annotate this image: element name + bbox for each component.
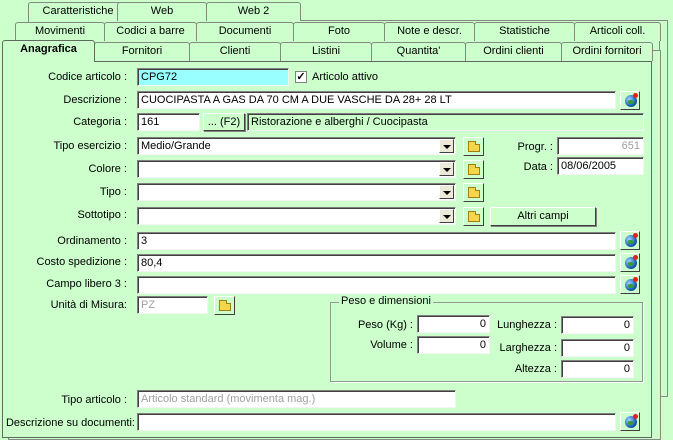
tipo-esercizio-folder-icon[interactable]	[463, 137, 484, 156]
categoria-lookup-button[interactable]: ... (F2)	[203, 113, 245, 131]
colore-folder-icon[interactable]	[463, 160, 484, 179]
tab-quantita[interactable]: Quantita'	[371, 42, 466, 61]
tab-ordini-fornitori[interactable]: Ordini fornitori	[561, 42, 653, 61]
descrizione-documenti-field[interactable]	[137, 413, 616, 431]
anagrafica-panel: Codice articolo : CPG72 ✓ Articolo attiv…	[2, 61, 652, 438]
peso-dimensioni-title: Peso e dimensioni	[339, 295, 433, 307]
ordinamento-globe-icon[interactable]	[620, 231, 640, 250]
costo-spedizione-field[interactable]: 80,4	[137, 254, 616, 272]
peso-field[interactable]: 0	[417, 315, 490, 333]
costo-spedizione-label: Costo spedizione :	[36, 256, 128, 268]
chevron-down-icon[interactable]	[439, 209, 454, 223]
tab-codici-a-barre[interactable]: Codici a barre	[104, 22, 197, 41]
descrizione-translate-globe-icon[interactable]	[620, 91, 640, 110]
tipo-esercizio-value: Medio/Grande	[141, 140, 211, 152]
tipo-esercizio-label: Tipo esercizio :	[53, 140, 127, 152]
tab-documenti[interactable]: Documenti	[196, 22, 294, 41]
tab-fornitori[interactable]: Fornitori	[94, 42, 190, 61]
altezza-field[interactable]: 0	[561, 360, 634, 378]
sottotipo-folder-icon[interactable]	[463, 207, 484, 226]
volume-label: Volume :	[370, 339, 413, 351]
unita-di-misura-field: PZ	[137, 296, 208, 314]
campo-libero-3-field[interactable]	[137, 276, 616, 294]
tab-note-e-descr[interactable]: Note e descr.	[384, 22, 475, 41]
tab-statistiche[interactable]: Statistiche	[474, 22, 575, 41]
ordinamento-field[interactable]: 3	[137, 232, 616, 250]
tab-articoli-coll[interactable]: Articoli coll.	[574, 22, 661, 41]
descrizione-documenti-globe-icon[interactable]	[620, 412, 640, 431]
tipo-esercizio-select[interactable]: Medio/Grande	[137, 137, 456, 155]
categoria-description-field: Ristorazione e alberghi / Cuocipasta	[247, 113, 644, 131]
unita-di-misura-label: Unità di Misura:	[50, 299, 127, 311]
tipo-articolo-label: Tipo articolo :	[61, 394, 127, 406]
categoria-code-field[interactable]: 161	[137, 113, 200, 131]
lunghezza-label: Lunghezza :	[497, 319, 557, 331]
tab-clienti[interactable]: Clienti	[189, 42, 281, 61]
campo-libero-3-label: Campo libero 3 :	[46, 278, 127, 290]
tipo-select[interactable]	[137, 183, 456, 201]
descrizione-label: Descrizione :	[63, 94, 127, 106]
chevron-down-icon[interactable]	[439, 185, 454, 199]
lunghezza-field[interactable]: 0	[561, 316, 634, 334]
descrizione-field[interactable]: CUOCIPASTA A GAS DA 70 CM A DUE VASCHE D…	[137, 91, 616, 109]
chevron-down-icon[interactable]	[439, 162, 454, 176]
tab-web-2[interactable]: Web 2	[206, 2, 301, 21]
tab-movimenti[interactable]: Movimenti	[15, 22, 105, 41]
colore-select[interactable]	[137, 160, 456, 178]
tipo-articolo-field: Articolo standard (movimenta mag.)	[137, 390, 456, 408]
tipo-label: Tipo :	[99, 186, 127, 198]
codice-articolo-field[interactable]: CPG72	[137, 68, 289, 86]
tab-listini[interactable]: Listini	[280, 42, 372, 61]
peso-label: Peso (Kg) :	[357, 319, 413, 331]
tab-ordini-clienti[interactable]: Ordini clienti	[465, 42, 562, 61]
volume-field[interactable]: 0	[417, 336, 490, 354]
colore-label: Colore :	[88, 163, 127, 175]
tab-caratteristiche[interactable]: Caratteristiche	[28, 2, 128, 21]
tab-web[interactable]: Web	[117, 2, 207, 21]
costo-spedizione-globe-icon[interactable]	[620, 253, 640, 272]
progr-label: Progr. :	[517, 141, 553, 153]
larghezza-label: Larghezza :	[499, 342, 557, 354]
chevron-down-icon[interactable]	[439, 139, 454, 153]
campo-libero-3-globe-icon[interactable]	[620, 275, 640, 294]
codice-articolo-label: Codice articolo :	[48, 71, 127, 83]
sottotipo-label: Sottotipo :	[77, 209, 127, 221]
altezza-label: Altezza :	[514, 363, 557, 375]
descrizione-documenti-label: Descrizione su documenti:	[5, 417, 135, 429]
tipo-folder-icon[interactable]	[463, 183, 484, 202]
tab-foto[interactable]: Foto	[293, 22, 385, 41]
articolo-attivo-checkbox[interactable]: ✓	[295, 71, 307, 83]
sottotipo-select[interactable]	[137, 207, 456, 225]
articolo-attivo-label: Articolo attivo	[312, 71, 379, 83]
larghezza-field[interactable]: 0	[561, 339, 634, 357]
data-label: Data :	[523, 161, 553, 173]
progr-field: 651	[557, 137, 644, 155]
altri-campi-button[interactable]: Altri campi	[490, 207, 596, 226]
categoria-label: Categoria :	[73, 116, 127, 128]
data-field[interactable]: 08/06/2005	[557, 157, 644, 175]
tab-anagrafica[interactable]: Anagrafica	[2, 40, 95, 62]
unita-di-misura-folder-icon[interactable]	[214, 296, 235, 315]
ordinamento-label: Ordinamento :	[57, 235, 127, 247]
